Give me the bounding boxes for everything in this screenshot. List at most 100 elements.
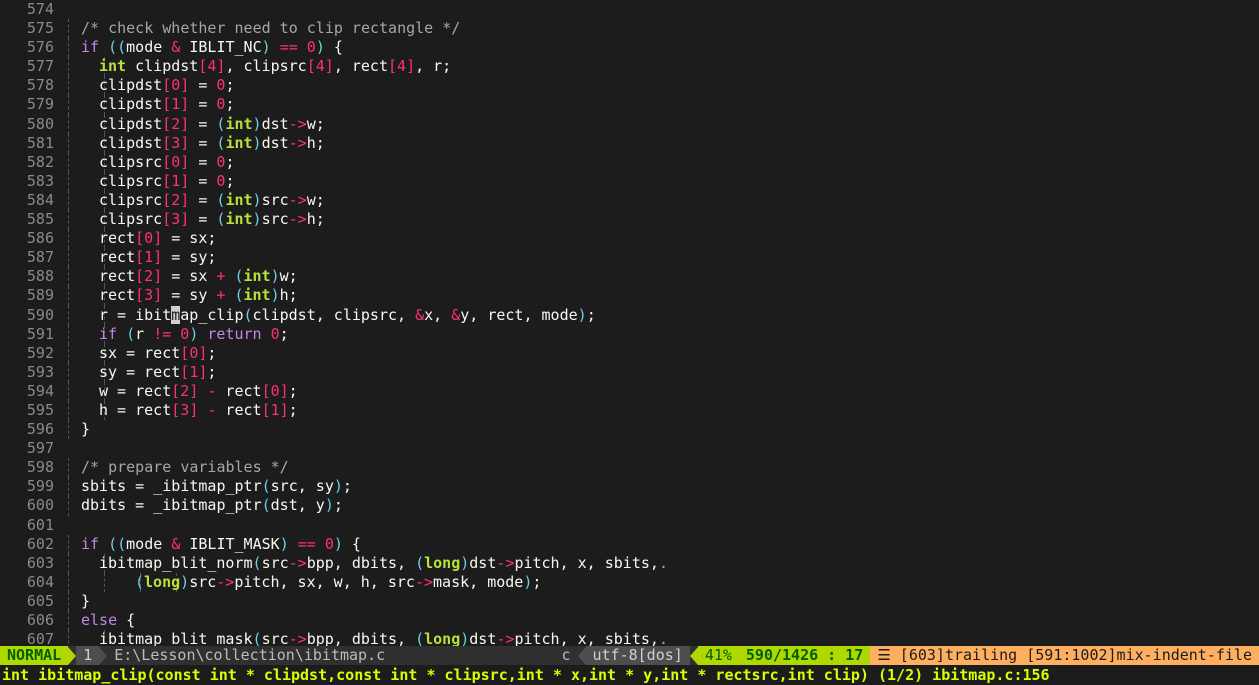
token-op: [ — [162, 95, 172, 114]
code-text[interactable]: int clipdst[4], clipsrc[4], rect[4], r; — [99, 57, 451, 76]
code-text[interactable]: clipsrc[0] = 0; — [99, 153, 234, 172]
code-line[interactable]: 595 h = rect[3] - rect[1]; — [0, 400, 1259, 421]
code-line[interactable]: 603 ibitmap_blit_norm(src->bpp, dbits, (l… — [0, 553, 1259, 573]
code-editor[interactable]: 574 575 /* check whether need to clip rect… — [0, 0, 1259, 646]
token-text: = sx — [162, 267, 217, 286]
code-text[interactable]: ibitmap_blit_norm(src->bpp, dbits, (long… — [99, 554, 668, 573]
code-line[interactable]: 585 clipsrc[3] = (int)src->h; — [0, 210, 1259, 230]
code-text[interactable]: if (r != 0) return 0; — [99, 325, 289, 344]
code-text[interactable]: w = rect[2] - rect[0]; — [99, 382, 298, 401]
token-text: IBLIT_NC — [180, 38, 262, 57]
code-text[interactable]: ibitmap_blit_mask(src->bpp, dbits, (long… — [99, 630, 668, 646]
code-line[interactable]: 607 ibitmap_blit_mask(src->bpp, dbits, (l… — [0, 630, 1259, 646]
token-op: [ — [162, 190, 172, 209]
token-op: ] — [180, 171, 190, 190]
token-paren: ( — [415, 553, 425, 572]
code-text[interactable]: } — [81, 420, 90, 439]
code-text[interactable]: rect[2] = sx + (int)w; — [99, 267, 298, 286]
code-line[interactable]: 605} — [0, 591, 1259, 611]
code-line[interactable]: 582 clipsrc[0] = 0; — [0, 152, 1259, 172]
code-line[interactable]: 581 clipdst[3] = (int)dst->h; — [0, 133, 1259, 153]
code-text[interactable]: clipsrc[2] = (int)src->w; — [99, 191, 325, 210]
code-text[interactable]: sbits = _ibitmap_ptr(src, sy); — [81, 477, 352, 496]
line-number: 592 — [26, 343, 54, 362]
indent-guide — [68, 572, 69, 592]
code-line[interactable]: 588 rect[2] = sx + (int)w; — [0, 267, 1259, 287]
code-line[interactable]: 604 (long)src->pitch, sx, w, h, src->mask… — [0, 572, 1259, 592]
code-text[interactable]: h = rect[3] - rect[1]; — [99, 401, 298, 420]
token-text: h = rect — [99, 400, 172, 419]
code-text[interactable]: rect[1] = sy; — [99, 248, 216, 267]
code-line[interactable]: 593 sy = rect[1]; — [0, 362, 1259, 382]
line-number: 589 — [26, 286, 54, 305]
code-text[interactable]: sx = rect[0]; — [99, 344, 216, 363]
token-text: w = rect — [99, 381, 172, 400]
token-op: & — [171, 534, 181, 553]
code-text[interactable]: rect[3] = sy + (int)h; — [99, 286, 298, 305]
code-line[interactable]: 580 clipdst[2] = (int)dst->w; — [0, 114, 1259, 134]
code-line[interactable]: 598 /* prepare variables */ — [0, 458, 1259, 478]
line-number: 607 — [26, 630, 54, 646]
code-line[interactable]: 597 — [0, 439, 1259, 458]
code-text[interactable]: /* check whether need to clip rectangle … — [81, 19, 460, 38]
token-cursor: m — [171, 305, 181, 324]
code-text[interactable]: clipsrc[1] = 0; — [99, 172, 234, 191]
code-line[interactable]: 584 clipsrc[2] = (int)src->w; — [0, 190, 1259, 211]
code-line[interactable]: 589 rect[3] = sy + (int)h; — [0, 286, 1259, 306]
code-line[interactable]: 587 rect[1] = sy; — [0, 248, 1259, 268]
token-text: ; — [586, 305, 596, 324]
code-line[interactable]: 583 clipsrc[1] = 0; — [0, 171, 1259, 191]
code-line[interactable]: 577 int clipdst[4], clipsrc[4], rect[4], … — [0, 57, 1259, 77]
token-num: 2 — [180, 381, 190, 400]
token-text: h; — [306, 210, 325, 229]
indent-guide — [68, 611, 69, 631]
code-text[interactable]: clipdst[0] = 0; — [99, 76, 234, 95]
token-text: } — [81, 420, 91, 439]
code-text[interactable]: dbits = _ibitmap_ptr(dst, y); — [81, 496, 343, 515]
code-line[interactable]: 601 — [0, 516, 1259, 535]
code-text[interactable]: sy = rect[1]; — [99, 363, 216, 382]
cursor-position: 590/1426 : 17 — [738, 646, 871, 665]
code-text[interactable]: if ((mode & IBLIT_MASK) == 0) { — [81, 535, 361, 554]
code-line[interactable]: 575 /* check whether need to clip rectang… — [0, 19, 1259, 39]
code-text[interactable]: r = ibitmap_clip(clipdst, clipsrc, &x, &… — [99, 305, 596, 325]
code-line[interactable]: 592 sx = rect[0]; — [0, 343, 1259, 363]
code-text[interactable]: (long)src->pitch, sx, w, h, src->mask, m… — [135, 573, 541, 592]
code-line[interactable]: 602 if ((mode & IBLIT_MASK) == 0) { — [0, 534, 1259, 554]
token-op: -> — [288, 133, 307, 152]
code-text[interactable]: clipsrc[3] = (int)src->h; — [99, 210, 325, 229]
indent-guide — [68, 630, 69, 646]
token-op: [ — [162, 152, 172, 171]
scroll-percent: 41% — [697, 646, 739, 665]
token-type: int — [243, 267, 271, 286]
code-line[interactable]: 600 dbits = _ibitmap_ptr(dst, y); — [0, 496, 1259, 516]
code-line[interactable]: 578 clipdst[0] = 0; — [0, 76, 1259, 96]
code-text[interactable]: clipdst[1] = 0; — [99, 95, 234, 114]
code-text[interactable]: else { — [81, 611, 135, 630]
code-text[interactable]: } — [81, 592, 90, 611]
code-text[interactable]: clipdst[3] = (int)dst->h; — [99, 134, 325, 153]
code-text[interactable]: if ((mode & IBLIT_NC) == 0) { — [81, 38, 343, 57]
code-line[interactable]: 599 sbits = _ibitmap_ptr(src, sy); — [0, 477, 1259, 497]
indent-guide — [68, 534, 69, 554]
code-line[interactable]: 596} — [0, 420, 1259, 440]
indent-guide — [68, 286, 69, 306]
token-text: sy = rect — [99, 362, 181, 381]
code-line[interactable]: 576 if ((mode & IBLIT_NC) == 0) { — [0, 38, 1259, 58]
code-line[interactable]: 586 rect[0] = sx; — [0, 229, 1259, 249]
indent-guide — [68, 190, 69, 211]
code-text[interactable]: rect[0] = sx; — [99, 229, 216, 248]
code-line[interactable]: 574 — [0, 0, 1259, 19]
code-text[interactable]: clipdst[2] = (int)dst->w; — [99, 115, 325, 134]
token-kw: if — [99, 324, 118, 343]
code-line[interactable]: 606 else { — [0, 611, 1259, 631]
code-line[interactable]: 591 if (r != 0) return 0; — [0, 324, 1259, 344]
code-text[interactable]: /* prepare variables */ — [81, 458, 289, 477]
token-kw: return — [207, 324, 262, 343]
code-line[interactable]: 579 clipdst[1] = 0; — [0, 95, 1259, 115]
code-line[interactable]: 594 w = rect[2] - rect[0]; — [0, 381, 1259, 401]
command-line[interactable]: int ibitmap_clip(const int * clipdst,con… — [0, 665, 1259, 685]
code-line[interactable]: 590 r = ibitmap_clip(clipdst, clipsrc, &x… — [0, 305, 1259, 325]
